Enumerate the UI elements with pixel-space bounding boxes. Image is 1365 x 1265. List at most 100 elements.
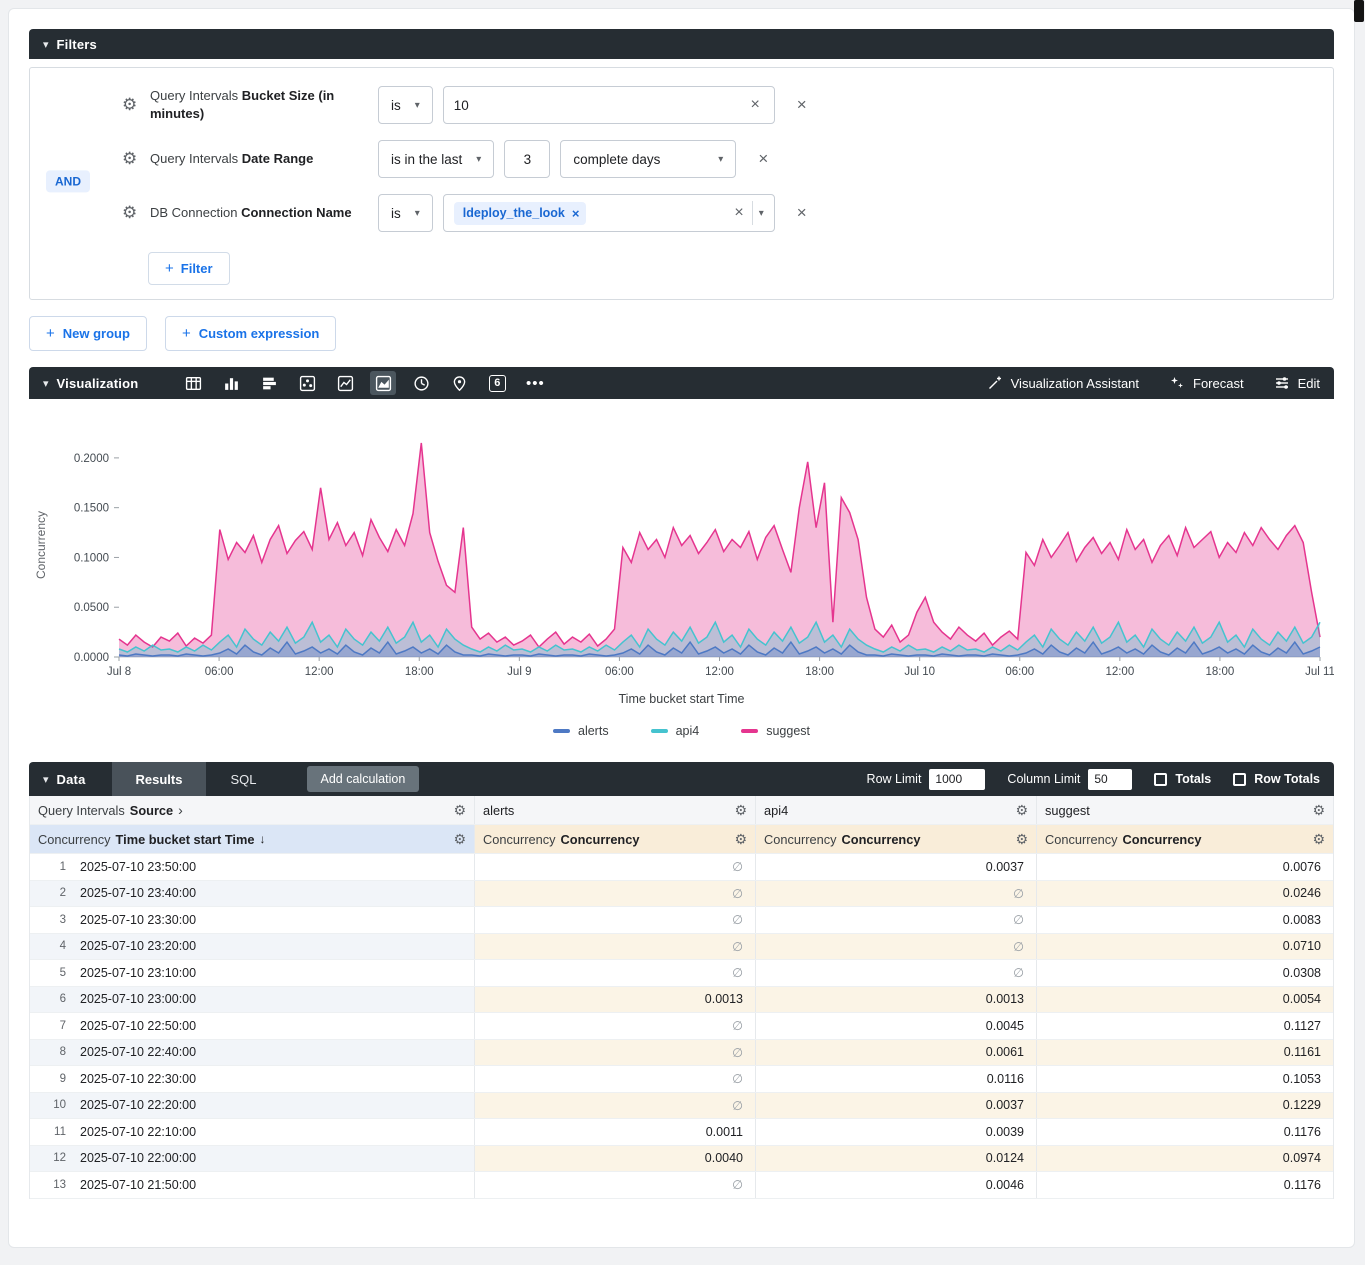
collapse-caret-icon[interactable]: ▾ xyxy=(43,377,49,390)
column-gear-icon[interactable]: ⚙ xyxy=(445,802,466,819)
dimension-cell[interactable]: 32025-07-10 23:30:00 xyxy=(30,907,475,933)
measure-cell[interactable]: 0.0246 xyxy=(1037,881,1333,907)
measure-cell[interactable]: 0.1176 xyxy=(1037,1119,1333,1145)
measure-cell[interactable]: 0.0039 xyxy=(756,1119,1037,1145)
filter-gear-icon[interactable]: ⚙ xyxy=(122,203,150,223)
forecast-button[interactable]: Forecast xyxy=(1169,375,1244,391)
group-header-api4[interactable]: api4⚙ xyxy=(756,796,1037,824)
group-header-suggest[interactable]: suggest⚙ xyxy=(1037,796,1333,824)
tab-sql[interactable]: SQL xyxy=(206,762,280,796)
sort-desc-icon[interactable]: ↓ xyxy=(259,832,265,846)
dimension-cell[interactable]: 132025-07-10 21:50:00 xyxy=(30,1172,475,1198)
filter-value-input[interactable]: ldeploy_the_look × × ▾ xyxy=(443,194,775,232)
measure-cell[interactable]: 0.0013 xyxy=(475,987,756,1013)
column-gear-icon[interactable]: ⚙ xyxy=(1007,802,1028,819)
remove-filter-icon[interactable]: × xyxy=(797,203,807,223)
measure-cell[interactable]: 0.0037 xyxy=(756,854,1037,880)
measure-cell[interactable]: ∅ xyxy=(756,960,1037,986)
measure-cell[interactable]: 0.0083 xyxy=(1037,907,1333,933)
map-pin-icon[interactable] xyxy=(446,371,472,395)
measure-cell[interactable]: ∅ xyxy=(475,854,756,880)
table-row[interactable]: 42025-07-10 23:20:00∅∅0.0710 xyxy=(30,934,1333,961)
column-gear-icon[interactable]: ⚙ xyxy=(1007,831,1028,848)
measure-cell[interactable]: 0.1053 xyxy=(1037,1066,1333,1092)
table-row[interactable]: 102025-07-10 22:20:00∅0.00370.1229 xyxy=(30,1093,1333,1120)
column-gear-icon[interactable]: ⚙ xyxy=(1304,831,1325,848)
filter-gear-icon[interactable]: ⚙ xyxy=(122,95,150,115)
visualization-assistant-button[interactable]: Visualization Assistant xyxy=(987,375,1139,391)
table-row[interactable]: 32025-07-10 23:30:00∅∅0.0083 xyxy=(30,907,1333,934)
column-header[interactable]: ConcurrencyConcurrency⚙ xyxy=(756,825,1037,853)
filter-value-input[interactable]: 10 × xyxy=(443,86,775,124)
more-chart-types-icon[interactable]: ••• xyxy=(522,371,548,395)
remove-filter-icon[interactable]: × xyxy=(797,95,807,115)
bar-chart-icon[interactable] xyxy=(256,371,282,395)
legend-item-alerts[interactable]: alerts xyxy=(553,724,609,738)
measure-cell[interactable]: 0.0116 xyxy=(756,1066,1037,1092)
clear-value-icon[interactable]: × xyxy=(730,204,747,222)
measure-cell[interactable]: 0.0974 xyxy=(1037,1146,1333,1172)
concurrency-area-chart[interactable]: Concurrency0.00000.05000.10000.15000.200… xyxy=(29,419,1334,687)
column-gear-icon[interactable]: ⚙ xyxy=(445,831,466,848)
measure-cell[interactable]: ∅ xyxy=(475,1040,756,1066)
filter-value-chip[interactable]: ldeploy_the_look × xyxy=(454,202,587,225)
legend-item-suggest[interactable]: suggest xyxy=(741,724,810,738)
column-header[interactable]: ConcurrencyConcurrency⚙ xyxy=(1037,825,1333,853)
column-gear-icon[interactable]: ⚙ xyxy=(1304,802,1325,819)
measure-cell[interactable]: ∅ xyxy=(475,881,756,907)
table-row[interactable]: 12025-07-10 23:50:00∅0.00370.0076 xyxy=(30,854,1333,881)
column-limit-input[interactable] xyxy=(1088,769,1132,790)
measure-cell[interactable]: ∅ xyxy=(756,907,1037,933)
tab-results[interactable]: Results xyxy=(112,762,207,796)
totals-checkbox[interactable] xyxy=(1154,773,1167,786)
legend-item-api4[interactable]: api4 xyxy=(651,724,700,738)
measure-cell[interactable]: 0.1161 xyxy=(1037,1040,1333,1066)
remove-filter-icon[interactable]: × xyxy=(758,149,768,169)
dimension-cell[interactable]: 82025-07-10 22:40:00 xyxy=(30,1040,475,1066)
measure-cell[interactable]: 0.0710 xyxy=(1037,934,1333,960)
table-row[interactable]: 72025-07-10 22:50:00∅0.00450.1127 xyxy=(30,1013,1333,1040)
dimension-cell[interactable]: 72025-07-10 22:50:00 xyxy=(30,1013,475,1039)
measure-cell[interactable]: 0.0045 xyxy=(756,1013,1037,1039)
measure-cell[interactable]: ∅ xyxy=(475,1013,756,1039)
table-row[interactable]: 52025-07-10 23:10:00∅∅0.0308 xyxy=(30,960,1333,987)
measure-cell[interactable]: ∅ xyxy=(756,881,1037,907)
filter-number-input[interactable]: 3 xyxy=(504,140,550,178)
measure-cell[interactable]: ∅ xyxy=(475,1172,756,1198)
measure-cell[interactable]: 0.0011 xyxy=(475,1119,756,1145)
measure-cell[interactable]: ∅ xyxy=(475,960,756,986)
table-row[interactable]: 122025-07-10 22:00:000.00400.01240.0974 xyxy=(30,1146,1333,1173)
and-operator-chip[interactable]: AND xyxy=(46,170,90,192)
measure-cell[interactable]: 0.0076 xyxy=(1037,854,1333,880)
single-value-icon[interactable]: 6 xyxy=(484,371,510,395)
chevron-down-icon[interactable]: ▾ xyxy=(759,208,764,219)
clear-value-icon[interactable]: × xyxy=(746,96,763,114)
measure-cell[interactable]: 0.0054 xyxy=(1037,987,1333,1013)
dimension-cell[interactable]: 102025-07-10 22:20:00 xyxy=(30,1093,475,1119)
dimension-cell[interactable]: 42025-07-10 23:20:00 xyxy=(30,934,475,960)
new-group-button[interactable]: + New group xyxy=(29,316,147,351)
measure-cell[interactable]: ∅ xyxy=(475,1093,756,1119)
add-calculation-button[interactable]: Add calculation xyxy=(307,766,420,792)
table-row[interactable]: 132025-07-10 21:50:00∅0.00460.1176 xyxy=(30,1172,1333,1199)
measure-cell[interactable]: 0.0013 xyxy=(756,987,1037,1013)
filter-operator-select[interactable]: is in the last ▾ xyxy=(378,140,494,178)
filters-header-bar[interactable]: ▾ Filters xyxy=(29,29,1334,59)
table-row[interactable]: 112025-07-10 22:10:000.00110.00390.1176 xyxy=(30,1119,1333,1146)
filter-operator-select[interactable]: is ▾ xyxy=(378,86,433,124)
measure-cell[interactable]: ∅ xyxy=(475,1066,756,1092)
measure-cell[interactable]: 0.0037 xyxy=(756,1093,1037,1119)
custom-expression-button[interactable]: + Custom expression xyxy=(165,316,336,351)
row-limit-input[interactable] xyxy=(929,769,985,790)
clock-chart-icon[interactable] xyxy=(408,371,434,395)
measure-cell[interactable]: 0.0061 xyxy=(756,1040,1037,1066)
column-chart-icon[interactable] xyxy=(218,371,244,395)
add-filter-button[interactable]: + Filter xyxy=(148,252,230,285)
edit-visualization-button[interactable]: Edit xyxy=(1274,375,1320,391)
measure-cell[interactable]: 0.1127 xyxy=(1037,1013,1333,1039)
filter-unit-select[interactable]: complete days ▾ xyxy=(560,140,736,178)
table-row[interactable]: 92025-07-10 22:30:00∅0.01160.1053 xyxy=(30,1066,1333,1093)
measure-cell[interactable]: 0.0040 xyxy=(475,1146,756,1172)
collapse-caret-icon[interactable]: ▾ xyxy=(43,38,49,51)
measure-cell[interactable]: ∅ xyxy=(756,934,1037,960)
